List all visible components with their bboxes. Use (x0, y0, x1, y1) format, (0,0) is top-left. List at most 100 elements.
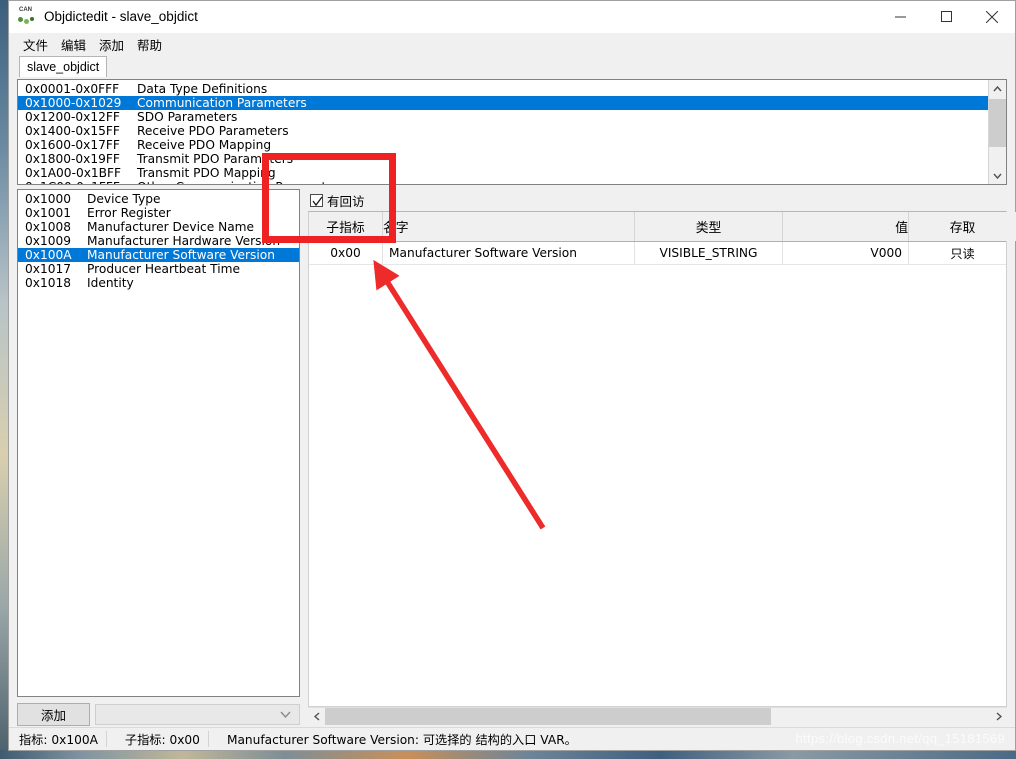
scroll-track[interactable] (325, 708, 990, 725)
list-item-selected[interactable]: 0x100A Manufacturer Software Version (18, 248, 299, 262)
subindex-grid: 子指标 名字 类型 值 存取 0x00 Manufacturer Softwar… (308, 211, 1016, 707)
scroll-down-button[interactable] (989, 167, 1006, 184)
list-item[interactable]: 0x1000 Device Type (18, 192, 299, 206)
watermark: https://blog.csdn.net/qq_15181569 (795, 731, 1005, 746)
status-bar: 指标: 0x100A 子指标: 0x00 Manufacturer Softwa… (9, 727, 1015, 750)
add-button[interactable]: 添加 (17, 702, 90, 726)
table-row[interactable]: 0x00 Manufacturer Software Version VISIB… (309, 242, 1006, 265)
menu-add[interactable]: 添加 (95, 33, 133, 56)
list-item[interactable]: 0x1001 Error Register (18, 206, 299, 220)
cell-subindex[interactable]: 0x00 (309, 242, 383, 264)
chevron-down-icon (280, 711, 291, 718)
index-name: Producer Heartbeat Time (87, 262, 240, 276)
index-code: 0x1009 (25, 234, 71, 248)
index-name: Manufacturer Hardware Version (87, 234, 281, 248)
menu-help[interactable]: 帮助 (133, 33, 171, 56)
range-row[interactable]: 0x1A00-0x1BFF Transmit PDO Mapping (18, 166, 988, 180)
range-code: 0x1800-0x19FF (25, 152, 120, 166)
range-name: Transmit PDO Mapping (137, 166, 276, 180)
column-header-access[interactable]: 存取 (909, 212, 1016, 241)
tab-slave-objdict[interactable]: slave_objdict (19, 56, 108, 77)
index-name: Manufacturer Software Version (87, 248, 275, 262)
scroll-track[interactable] (989, 97, 1006, 167)
range-row[interactable]: 0x0001-0x0FFF Data Type Definitions (18, 82, 988, 96)
chevron-right-icon (996, 712, 1002, 721)
close-icon (986, 10, 998, 23)
range-code: 0x1400-0x15FF (25, 124, 120, 138)
range-row[interactable]: 0x1400-0x15FF Receive PDO Parameters (18, 124, 988, 138)
list-item[interactable]: 0x1018 Identity (18, 276, 299, 290)
index-name: Device Type (87, 192, 161, 206)
minimize-icon (894, 16, 906, 18)
menu-edit[interactable]: 编辑 (57, 33, 95, 56)
list-item[interactable]: 0x1008 Manufacturer Device Name (18, 220, 299, 234)
range-name: Other Communication Parameters (137, 180, 988, 184)
can-bus-icon: CAN (18, 7, 36, 26)
index-name: Identity (87, 276, 134, 290)
index-code: 0x1018 (25, 276, 71, 290)
list-item[interactable]: 0x1009 Manufacturer Hardware Version (18, 234, 299, 248)
range-code: 0x1200-0x12FF (25, 110, 120, 124)
scroll-thumb[interactable] (325, 708, 771, 725)
callback-checkbox[interactable] (310, 193, 323, 207)
column-header-subindex[interactable]: 子指标 (309, 212, 383, 241)
window-title: Objdictedit - slave_objdict (44, 9, 198, 24)
range-name: Data Type Definitions (137, 82, 268, 96)
index-code: 0x1001 (25, 206, 71, 220)
scroll-right-button[interactable] (990, 708, 1007, 725)
index-code: 0x1000 (25, 192, 71, 206)
cell-value[interactable]: V000 (783, 242, 909, 264)
range-row[interactable]: 0x1600-0x17FF Receive PDO Mapping (18, 138, 988, 152)
title-bar: CAN Objdictedit - slave_objdict (9, 1, 1015, 33)
add-type-combobox[interactable] (95, 703, 300, 725)
cell-name[interactable]: Manufacturer Software Version (383, 242, 635, 264)
chevron-left-icon (313, 712, 319, 721)
chevron-up-icon (993, 85, 1002, 91)
index-code: 0x100A (25, 248, 72, 262)
range-row[interactable]: 0x1C00-0x1FFF Other Communication Parame… (18, 180, 988, 184)
desktop-taskbar-strip (0, 750, 1016, 759)
lower-split: 0x1000 Device Type 0x1001 Error Register… (17, 189, 1016, 727)
close-button[interactable] (969, 1, 1015, 32)
minimize-button[interactable] (877, 1, 923, 32)
index-range-listbox[interactable]: 0x0001-0x0FFF Data Type Definitions 0x10… (17, 79, 1007, 185)
range-row[interactable]: 0x1200-0x12FF SDO Parameters (18, 110, 988, 124)
grid-horizontal-scrollbar[interactable] (308, 707, 1007, 725)
window-content: 0x0001-0x0FFF Data Type Definitions 0x10… (9, 77, 1016, 727)
index-code: 0x1008 (25, 220, 71, 234)
range-code: 0x1A00-0x1BFF (25, 166, 122, 180)
scroll-thumb[interactable] (989, 99, 1006, 147)
range-row[interactable]: 0x1800-0x19FF Transmit PDO Parameters (18, 152, 988, 166)
scroll-left-button[interactable] (308, 708, 325, 725)
range-row[interactable]: 0x1000-0x1029 Communication Parameters (18, 96, 988, 110)
tab-bar: slave_objdict (9, 56, 1015, 77)
object-index-listbox[interactable]: 0x1000 Device Type 0x1001 Error Register… (17, 189, 300, 697)
checkmark-icon (312, 196, 323, 206)
list-item[interactable]: 0x1017 Producer Heartbeat Time (18, 262, 299, 276)
menu-file[interactable]: 文件 (19, 33, 57, 56)
callback-checkbox-row[interactable]: 有回访 (308, 189, 1007, 211)
range-code: 0x0001-0x0FFF (25, 82, 120, 96)
range-list-vertical-scrollbar[interactable] (988, 80, 1006, 184)
grid-header-row: 子指标 名字 类型 值 存取 (309, 212, 1016, 242)
maximize-button[interactable] (923, 1, 969, 32)
range-name: SDO Parameters (137, 110, 238, 124)
cell-access[interactable]: 只读 (909, 242, 1006, 264)
grid-body: 0x00 Manufacturer Software Version VISIB… (309, 242, 1006, 706)
range-name: Receive PDO Parameters (137, 124, 289, 138)
range-code: 0x1000-0x1029 (25, 96, 122, 110)
index-name: Manufacturer Device Name (87, 220, 255, 234)
status-description: Manufacturer Software Version: 可选择的 结构的入… (226, 733, 577, 747)
column-header-type[interactable]: 类型 (635, 212, 783, 241)
right-pane: 有回访 子指标 名字 类型 值 存取 0x00 Manufacturer Sof… (308, 189, 1016, 727)
callback-checkbox-label: 有回访 (327, 193, 365, 209)
column-header-name[interactable]: 名字 (383, 212, 635, 241)
cell-type[interactable]: VISIBLE_STRING (635, 242, 783, 264)
index-code: 0x1017 (25, 262, 71, 276)
range-name: Communication Parameters (137, 96, 307, 110)
column-header-value[interactable]: 值 (783, 212, 909, 241)
range-code: 0x1600-0x17FF (25, 138, 120, 152)
status-subindex: 子指标: 0x00 (124, 733, 200, 747)
status-divider (105, 731, 107, 747)
scroll-up-button[interactable] (989, 80, 1006, 97)
